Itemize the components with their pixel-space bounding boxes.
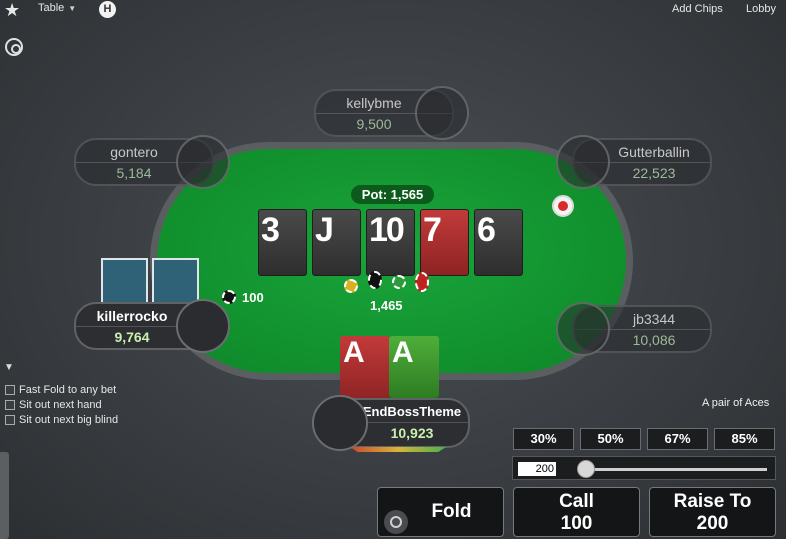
checkbox[interactable]	[5, 385, 15, 395]
call-label: Call	[559, 491, 594, 512]
option-label: Sit out next hand	[19, 399, 102, 411]
hand-history-button[interactable]: H	[99, 1, 116, 18]
bet-slider-handle[interactable]	[577, 460, 595, 478]
hole-card: A	[340, 336, 390, 398]
star-icon[interactable]: ★	[4, 0, 20, 20]
bet-slider-panel: 200	[512, 456, 776, 480]
call-amount: 100	[560, 513, 593, 534]
board-card: 6	[474, 209, 523, 276]
target-icon[interactable]	[5, 38, 23, 56]
card-rank: A	[392, 336, 414, 369]
chip-icon	[222, 290, 236, 304]
card-rank: J	[315, 211, 334, 249]
raise-label: Raise To	[673, 491, 752, 512]
add-chips-button[interactable]: Add Chips	[672, 3, 723, 15]
card-rank: 6	[477, 211, 496, 249]
raise-amount: 200	[696, 513, 729, 534]
checkbox[interactable]	[5, 415, 15, 425]
board-card: 7	[420, 209, 469, 276]
option-label: Fast Fold to any bet	[19, 384, 117, 396]
eye-icon[interactable]	[384, 510, 408, 534]
checkbox[interactable]	[5, 400, 15, 410]
option-sit-out-next-hand[interactable]: Sit out next hand	[5, 399, 102, 411]
avatar[interactable]	[176, 299, 230, 353]
avatar[interactable]	[556, 135, 610, 189]
card-rank: 10	[369, 211, 405, 249]
pot-label: Pot: 1,565	[351, 185, 434, 204]
avatar[interactable]	[415, 86, 469, 140]
preset-67-button[interactable]: 67%	[647, 428, 708, 450]
fold-button[interactable]: Fold	[377, 487, 504, 537]
chip-icon	[368, 271, 382, 289]
chip-icon	[392, 275, 406, 289]
table-menu-label: Table	[38, 2, 65, 14]
avatar[interactable]	[312, 395, 368, 451]
preset-50-button[interactable]: 50%	[580, 428, 641, 450]
table-menu[interactable]: Table ▼	[38, 2, 76, 14]
chevron-down-icon: ▼	[68, 4, 77, 13]
option-sit-out-next-bb[interactable]: Sit out next big blind	[5, 414, 118, 426]
card-rank: A	[343, 336, 365, 369]
chip-icon	[415, 272, 429, 292]
hand-description: A pair of Aces	[702, 397, 770, 409]
chip-icon	[344, 279, 358, 293]
raise-button[interactable]: Raise To 200	[649, 487, 776, 537]
preset-30-button[interactable]: 30%	[513, 428, 574, 450]
board-card: 10	[366, 209, 415, 276]
dealer-button	[552, 195, 574, 217]
card-rank: 3	[261, 211, 280, 249]
option-label: Sit out next big blind	[19, 414, 119, 426]
player-bet: 100	[242, 290, 264, 305]
card-back	[152, 258, 199, 302]
card-back	[101, 258, 148, 302]
bet-amount-input[interactable]: 200	[518, 462, 556, 476]
hole-card: A	[389, 336, 439, 398]
lobby-button[interactable]: Lobby	[746, 3, 776, 15]
card-rank: 7	[423, 211, 442, 249]
avatar[interactable]	[176, 135, 230, 189]
side-panel-toggle[interactable]	[0, 452, 9, 539]
time-bank-bar	[350, 447, 446, 452]
board-card: 3	[258, 209, 307, 276]
bet-slider-track[interactable]	[579, 468, 767, 471]
option-fast-fold[interactable]: Fast Fold to any bet	[5, 384, 116, 396]
preset-85-button[interactable]: 85%	[714, 428, 775, 450]
call-button[interactable]: Call 100	[513, 487, 640, 537]
board-card: J	[312, 209, 361, 276]
center-bet: 1,465	[370, 298, 403, 313]
avatar[interactable]	[556, 302, 610, 356]
chevron-down-icon[interactable]: ▼	[4, 362, 14, 373]
